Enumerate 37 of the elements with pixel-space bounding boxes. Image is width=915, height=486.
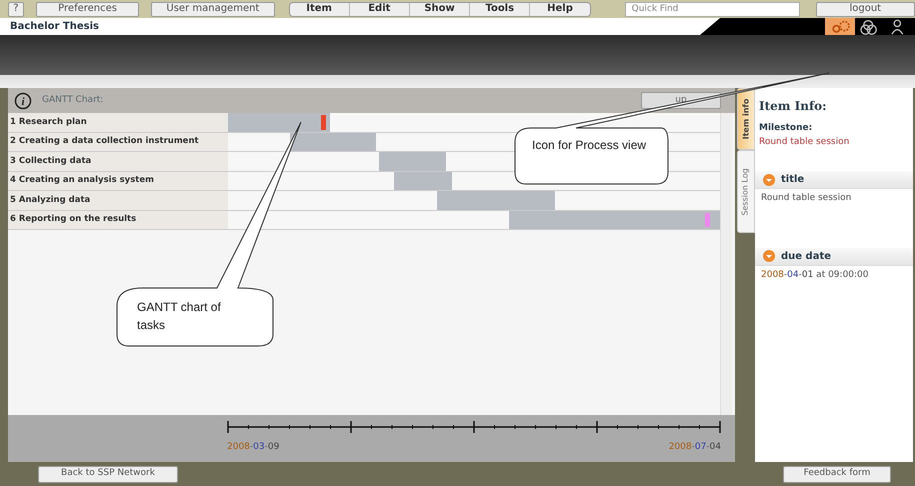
section-title: due date [781, 250, 832, 264]
feedback-button[interactable]: Feedback form [783, 466, 891, 482]
section-value: Round table session [761, 193, 852, 203]
menu-item[interactable]: Show [408, 2, 470, 16]
menu-item[interactable]: Item [290, 2, 349, 16]
info-heading: Item Info: [759, 98, 828, 115]
section-title: title [781, 173, 804, 187]
back-button[interactable]: Back to SSP Network [38, 466, 178, 482]
menu-item[interactable]: Help [529, 2, 590, 16]
chevron-down-icon [763, 174, 775, 186]
chevron-down-icon [763, 250, 775, 262]
task-label: 2 Creating a data collection instrument [8, 132, 228, 151]
info-icon: i [14, 92, 32, 110]
menu-item[interactable]: Edit [348, 2, 409, 16]
menu-item[interactable]: Tools [469, 2, 530, 16]
panel-title: GANTT Chart: [42, 94, 104, 107]
start-date: 2008-03-09 [227, 441, 280, 454]
task-label: 4 Creating an analysis system [8, 172, 228, 190]
item-name: Round table session [759, 136, 850, 148]
item-type: Milestone: [759, 122, 814, 135]
task-bar [379, 152, 446, 170]
side-tab[interactable]: Session Log [737, 150, 755, 233]
toolbar-button[interactable]: Preferences [36, 2, 140, 16]
callout-text: Icon for Process view [532, 137, 648, 154]
side-tab[interactable]: Item info [737, 88, 755, 150]
help-button[interactable]: ? [8, 2, 24, 16]
task-label: 5 Analyzing data [8, 191, 228, 210]
task-label: 3 Collecting data [8, 152, 228, 170]
section-value: 2008-04-01 at 09:00:00 [761, 270, 868, 280]
search-field[interactable]: Quick Find [624, 2, 800, 16]
logout-button[interactable]: logout [816, 2, 915, 16]
task-label: 6 Reporting on the results [8, 210, 228, 229]
callout-text: GANTT chart of tasks [137, 299, 222, 334]
toolbar-button[interactable]: User management [151, 2, 274, 16]
project-title: Bachelor Thesis [10, 20, 99, 34]
end-date: 2008-07-04 [668, 441, 721, 454]
task-label: 1 Research plan [8, 113, 228, 132]
